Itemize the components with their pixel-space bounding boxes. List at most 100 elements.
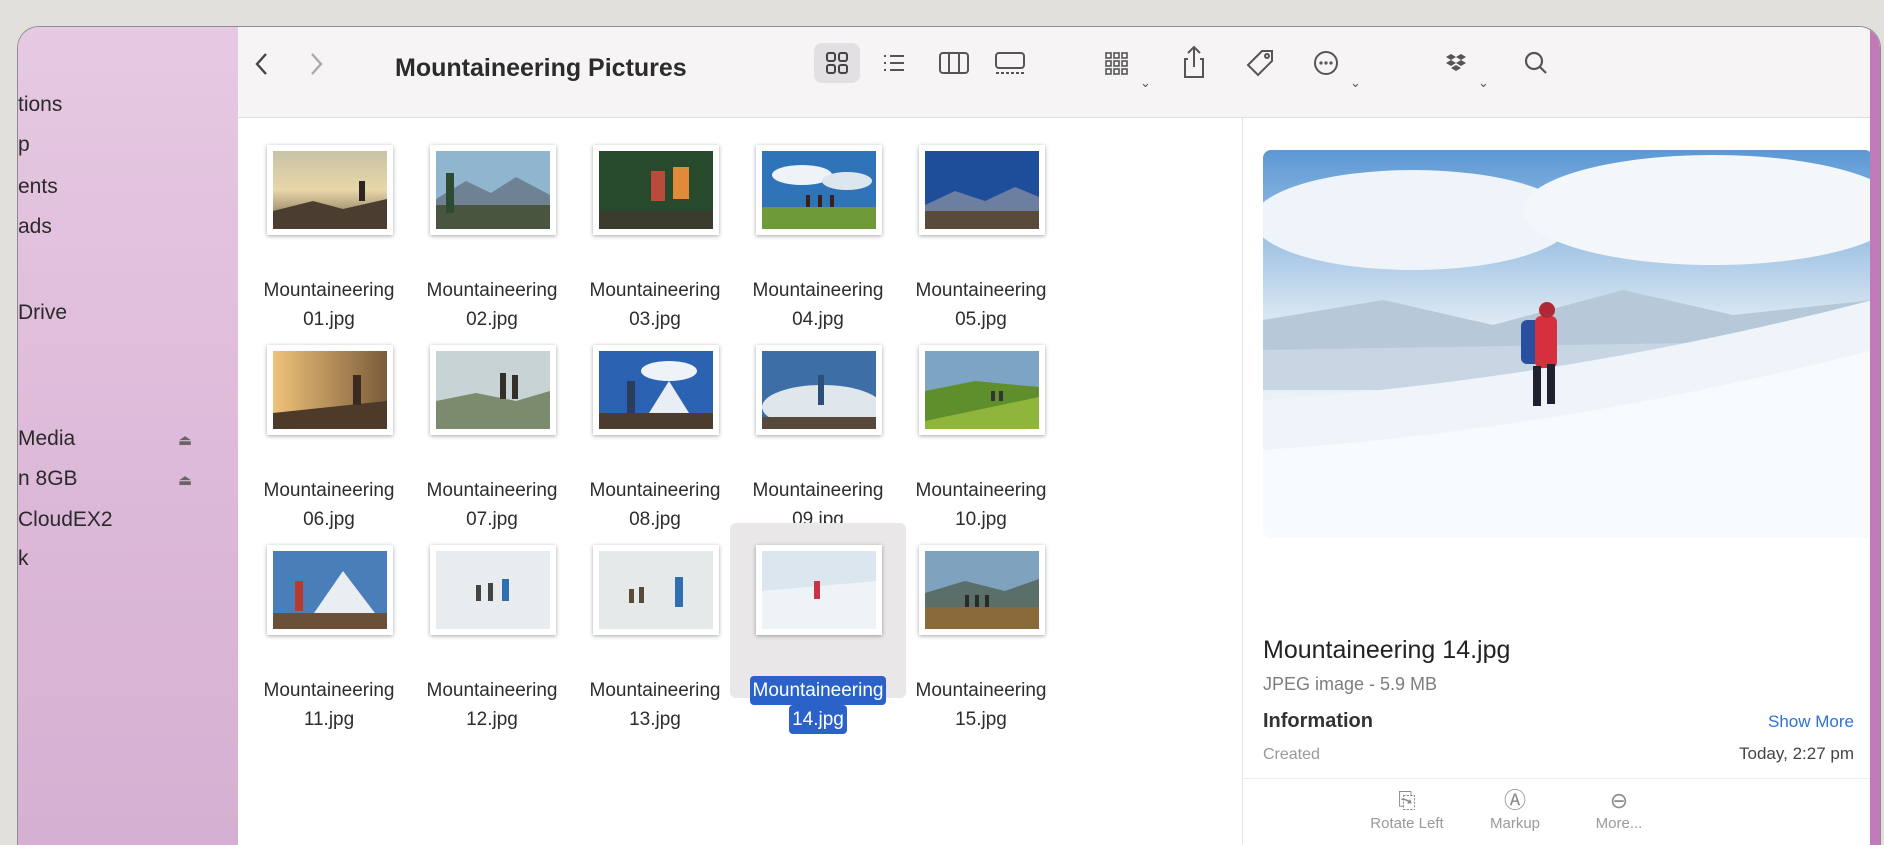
thumbnail-wrap <box>567 123 743 298</box>
forward-button[interactable] <box>306 49 326 79</box>
thumbnail <box>267 345 393 435</box>
sidebar-item-media[interactable]: Media <box>18 427 75 451</box>
more-icon: ⊖ <box>1609 788 1629 813</box>
show-more-link[interactable]: Show More <box>1768 712 1854 732</box>
gallery-view-button[interactable] <box>988 43 1032 83</box>
ellipsis-circle-icon <box>1314 51 1338 75</box>
thumbnail-wrap <box>730 123 906 298</box>
file-name: Mountaineering 12.jpg <box>426 680 558 730</box>
action-menu-button[interactable] <box>1306 43 1346 83</box>
photo-thumbnail <box>925 151 1039 229</box>
search-button[interactable] <box>1516 43 1556 83</box>
thumbnail-wrap <box>730 523 906 698</box>
tag-icon <box>1246 50 1273 77</box>
photo-thumbnail <box>273 351 387 429</box>
thumbnail <box>430 545 556 635</box>
sidebar-item-8gb[interactable]: n 8GB <box>18 467 78 491</box>
file-item[interactable]: Mountaineering 11.jpg <box>241 523 417 730</box>
photo-thumbnail <box>436 351 550 429</box>
sidebar-item-documents[interactable]: ents <box>18 175 58 199</box>
thumbnail <box>756 345 882 435</box>
created-value: Today, 2:27 pm <box>1739 744 1854 763</box>
markup-button[interactable]: Ⓐ Markup <box>1455 787 1575 832</box>
share-button[interactable] <box>1176 41 1212 83</box>
rotate-left-button[interactable]: ⎘ Rotate Left <box>1347 787 1467 832</box>
file-item[interactable]: Mountaineering 06.jpg <box>241 323 417 530</box>
sidebar-item-downloads[interactable]: ads <box>18 215 52 239</box>
photo-thumbnail <box>599 351 713 429</box>
share-icon <box>1184 45 1204 78</box>
thumbnail-wrap <box>241 123 417 298</box>
file-item[interactable]: Mountaineering 02.jpg <box>404 123 580 330</box>
photo-thumbnail <box>599 151 713 229</box>
thumbnail <box>756 145 882 235</box>
sidebar-item-cloudex2[interactable]: CloudEX2 <box>18 508 113 532</box>
thumbnail-wrap <box>730 323 906 498</box>
file-item[interactable]: Mountaineering 13.jpg <box>567 523 743 730</box>
file-item[interactable]: Mountaineering 03.jpg <box>567 123 743 330</box>
information-heading: Information <box>1263 710 1373 732</box>
file-item[interactable]: Mountaineering 10.jpg <box>893 323 1069 530</box>
file-item[interactable]: Mountaineering 01.jpg <box>241 123 417 330</box>
preview-pane: Mountaineering 14.jpg JPEG image - 5.9 M… <box>1242 118 1880 845</box>
thumbnail <box>430 145 556 235</box>
dropbox-button[interactable] <box>1436 43 1476 83</box>
gallery-view-icon <box>995 52 1025 74</box>
group-by-button[interactable] <box>1098 43 1138 83</box>
thumbnail <box>919 545 1045 635</box>
preview-photo <box>1263 150 1873 538</box>
more-button[interactable]: ⊖ More... <box>1559 787 1679 832</box>
thumbnail <box>267 145 393 235</box>
thumbnail-wrap <box>404 523 580 698</box>
sidebar-item-network[interactable]: k <box>18 547 29 571</box>
search-icon <box>1524 51 1547 74</box>
chevron-right-icon <box>311 53 323 75</box>
eject-icon[interactable]: ⏏ <box>178 431 192 449</box>
file-item[interactable]: Mountaineering 07.jpg <box>404 323 580 530</box>
window-title: Mountaineering Pictures <box>395 54 687 82</box>
photo-thumbnail <box>925 551 1039 629</box>
dropbox-icon <box>1446 54 1466 71</box>
chevron-down-icon: ⌄ <box>1478 75 1489 90</box>
file-item[interactable]: Mountaineering 15.jpg <box>893 523 1069 730</box>
thumbnail <box>919 345 1045 435</box>
file-item[interactable]: Mountaineering 04.jpg <box>730 123 906 330</box>
file-item[interactable]: Mountaineering 05.jpg <box>893 123 1069 330</box>
tag-button[interactable] <box>1240 43 1280 83</box>
thumbnail-wrap <box>241 523 417 698</box>
photo-thumbnail <box>273 551 387 629</box>
file-item[interactable]: Mountaineering 12.jpg <box>404 523 580 730</box>
list-view-button[interactable] <box>874 43 914 83</box>
photo-thumbnail <box>925 351 1039 429</box>
photo-thumbnail <box>436 151 550 229</box>
rotate-left-icon: ⎘ <box>1398 788 1416 813</box>
file-name: Mountaineering 13.jpg <box>589 680 721 730</box>
preview-image <box>1263 150 1873 538</box>
desktop-edge <box>1870 27 1880 845</box>
file-item[interactable]: Mountaineering 09.jpg <box>730 323 906 530</box>
file-item[interactable]: Mountaineering 08.jpg <box>567 323 743 530</box>
markup-icon: Ⓐ <box>1503 788 1526 813</box>
thumbnail-wrap <box>893 123 1069 298</box>
photo-thumbnail <box>599 551 713 629</box>
thumbnail <box>593 345 719 435</box>
sidebar-item-applications[interactable]: tions <box>18 93 62 117</box>
file-name: Mountaineering 15.jpg <box>915 680 1047 730</box>
sidebar-item-desktop[interactable]: p <box>18 133 30 157</box>
icon-view-button[interactable] <box>814 43 860 83</box>
thumbnail-wrap <box>567 523 743 698</box>
group-icon <box>1105 52 1128 75</box>
chevron-down-icon: ⌄ <box>1350 75 1361 90</box>
thumbnail-wrap <box>893 323 1069 498</box>
column-view-button[interactable] <box>932 43 976 83</box>
sidebar-item-drive[interactable]: Drive <box>18 301 67 325</box>
back-button[interactable] <box>252 49 272 79</box>
file-item-selected[interactable]: Mountaineering 14.jpg <box>730 523 906 734</box>
eject-icon[interactable]: ⏏ <box>178 471 192 489</box>
preview-file-kind: JPEG image - 5.9 MB <box>1263 674 1438 694</box>
list-view-icon <box>884 55 904 71</box>
preview-file-name: Mountaineering 14.jpg <box>1263 636 1511 664</box>
photo-thumbnail <box>762 151 876 229</box>
thumbnail-wrap <box>241 323 417 498</box>
chevron-down-icon: ⌄ <box>1140 75 1151 90</box>
